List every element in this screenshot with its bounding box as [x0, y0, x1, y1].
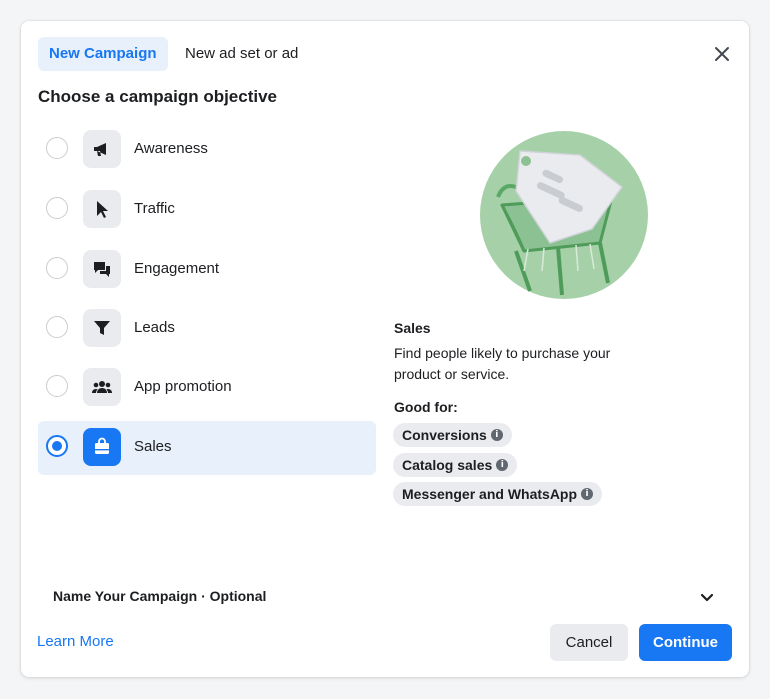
name-campaign-section[interactable]: Name Your Campaign · Optional — [53, 588, 266, 604]
good-for-label: Good for: — [394, 399, 458, 415]
info-icon[interactable]: i — [496, 459, 509, 472]
learn-more-link[interactable]: Learn More — [37, 633, 114, 650]
funnel-icon — [83, 309, 121, 347]
objective-sales[interactable]: Sales — [38, 421, 376, 475]
info-icon[interactable]: i — [581, 488, 594, 501]
good-for-chip: Catalog sales i — [393, 453, 518, 477]
chevron-down-icon[interactable] — [699, 589, 715, 605]
tab-new-campaign[interactable]: New Campaign — [38, 37, 168, 71]
objective-label: Awareness — [134, 140, 208, 157]
radio-app-promotion[interactable] — [46, 375, 68, 397]
objective-leads[interactable]: Leads — [38, 302, 376, 356]
people-icon — [83, 368, 121, 406]
objective-app-promotion[interactable]: App promotion — [38, 361, 376, 415]
megaphone-icon — [83, 130, 121, 168]
campaign-dialog: New Campaign New ad set or ad Choose a c… — [21, 21, 749, 677]
objective-label: Engagement — [134, 260, 220, 277]
shopping-bag-icon — [83, 428, 121, 466]
close-icon[interactable] — [709, 41, 735, 67]
chip-label: Messenger and WhatsApp — [402, 486, 578, 502]
good-for-chip: Conversions i — [393, 423, 512, 447]
continue-button[interactable]: Continue — [639, 624, 732, 661]
chip-label: Catalog sales — [402, 457, 493, 473]
info-icon[interactable]: i — [490, 429, 503, 442]
objective-detail-description: Find people likely to purchase your prod… — [394, 345, 611, 382]
tab-new-ad-set-or-ad[interactable]: New ad set or ad — [174, 37, 309, 71]
page-title: Choose a campaign objective — [38, 87, 278, 106]
objective-label: Traffic — [134, 200, 175, 217]
objective-engagement[interactable]: Engagement — [38, 243, 376, 297]
radio-awareness[interactable] — [46, 137, 68, 159]
chat-bubbles-icon — [83, 250, 121, 288]
shopping-cart-tag-illustration — [480, 131, 648, 299]
radio-engagement[interactable] — [46, 257, 68, 279]
objective-awareness[interactable]: Awareness — [38, 123, 376, 177]
chip-label: Conversions — [402, 427, 487, 443]
objective-traffic[interactable]: Traffic — [38, 183, 376, 237]
good-for-chip: Messenger and WhatsApp i — [393, 482, 603, 506]
objective-label: Sales — [134, 438, 172, 455]
objective-detail-title: Sales — [394, 320, 431, 336]
objective-label: Leads — [134, 319, 175, 336]
objective-label: App promotion — [134, 378, 232, 395]
radio-traffic[interactable] — [46, 197, 68, 219]
radio-sales[interactable] — [46, 435, 68, 457]
radio-leads[interactable] — [46, 316, 68, 338]
cursor-icon — [83, 190, 121, 228]
cancel-button[interactable]: Cancel — [550, 624, 628, 661]
